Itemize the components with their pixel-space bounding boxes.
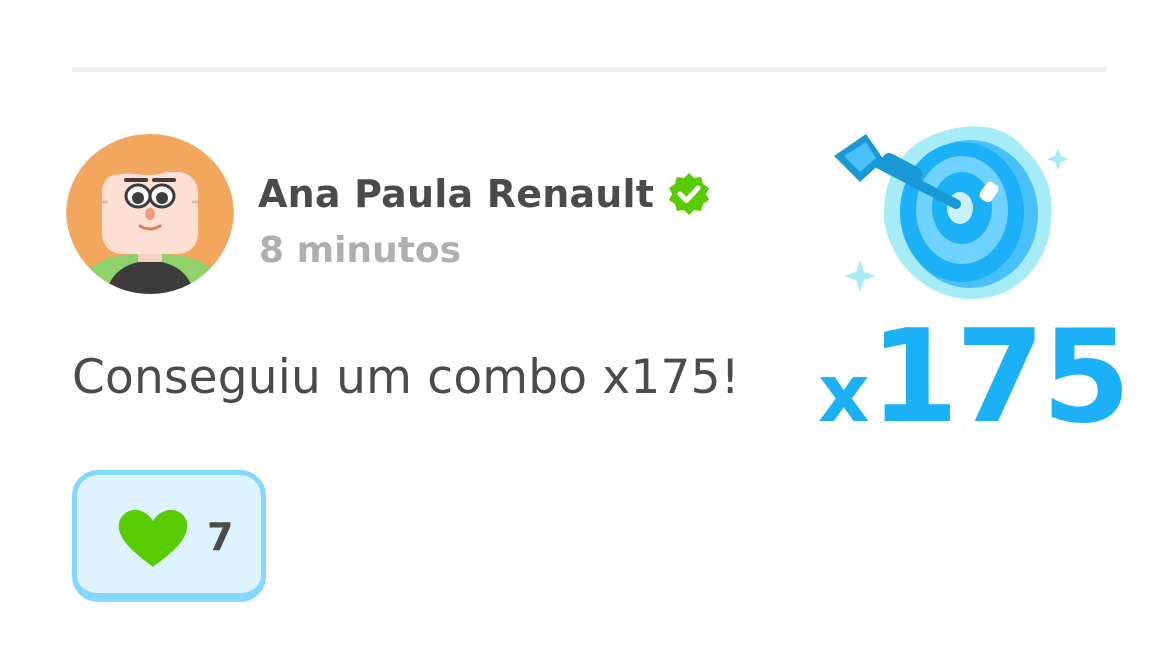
verified-check-icon	[669, 173, 710, 215]
combo-badge-number: x 175	[818, 314, 1131, 444]
author-name[interactable]: Ana Paula Renault	[258, 172, 654, 216]
author-row: Ana Paula Renault	[258, 166, 712, 222]
post-timestamp: 8 minutos	[259, 230, 462, 271]
combo-prefix: x	[818, 347, 870, 440]
top-divider	[72, 67, 1107, 72]
like-button[interactable]: 7	[72, 470, 266, 602]
avatar[interactable]	[66, 122, 234, 296]
like-count: 7	[207, 515, 234, 559]
heart-icon	[118, 509, 188, 567]
combo-number: 175	[869, 303, 1131, 452]
target-dart-icon	[834, 126, 1069, 300]
post-message: Conseguiu um combo x175!	[72, 350, 740, 405]
